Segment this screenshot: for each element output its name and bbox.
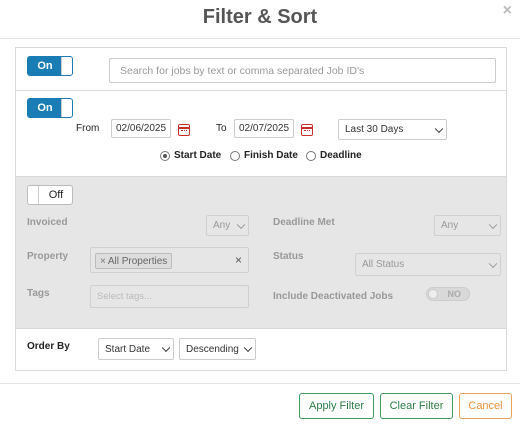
- to-date-input[interactable]: 02/07/2025: [234, 119, 294, 138]
- tags-input[interactable]: Select tags...: [90, 285, 249, 308]
- order-field-select[interactable]: Start Date: [98, 338, 174, 360]
- status-label: Status: [273, 251, 304, 262]
- include-deactivated-label: Include Deactivated Jobs: [273, 291, 394, 302]
- cancel-button[interactable]: Cancel: [459, 393, 512, 419]
- search-section: On Search for jobs by text or comma sepa…: [16, 48, 506, 91]
- invoiced-label: Invoiced: [27, 217, 68, 228]
- radio-deadline[interactable]: Deadline: [306, 150, 362, 161]
- filters-toggle-label: Off: [48, 189, 64, 201]
- deadline-met-select[interactable]: Any: [434, 215, 501, 236]
- from-label: From: [76, 123, 100, 134]
- invoiced-select[interactable]: Any: [206, 215, 249, 236]
- calendar-icon[interactable]: [178, 124, 190, 136]
- radio-label: Finish Date: [244, 150, 298, 161]
- clear-filter-button[interactable]: Clear Filter: [380, 393, 453, 419]
- chevron-down-icon: [488, 259, 498, 268]
- radio-finish-date[interactable]: Finish Date: [230, 150, 298, 161]
- chevron-down-icon: [488, 220, 498, 229]
- radio-circle: [306, 150, 316, 161]
- include-deactivated-toggle[interactable]: NO: [426, 287, 470, 301]
- order-section: Order By Start Date Descending: [16, 329, 506, 370]
- toggle-knob: [428, 289, 438, 299]
- order-field-value: Start Date: [105, 343, 151, 355]
- radio-circle: [160, 150, 170, 161]
- include-deactivated-value: NO: [447, 289, 462, 299]
- order-direction-select[interactable]: Descending: [179, 338, 256, 360]
- invoiced-value: Any: [213, 220, 231, 231]
- radio-circle: [230, 150, 240, 161]
- from-date-input[interactable]: 02/06/2025: [111, 119, 171, 138]
- chip-remove-icon[interactable]: ×: [100, 256, 106, 267]
- date-range-value: Last 30 Days: [345, 124, 404, 135]
- property-select[interactable]: × All Properties ×: [90, 247, 249, 273]
- filter-panel: On Search for jobs by text or comma sepa…: [15, 47, 507, 371]
- footer-divider: [0, 383, 520, 384]
- toggle-knob: [61, 57, 72, 75]
- header-divider: [0, 38, 520, 39]
- date-toggle[interactable]: On: [27, 98, 73, 118]
- property-label: Property: [27, 251, 69, 262]
- chevron-down-icon: [434, 124, 444, 133]
- chevron-down-icon: [243, 343, 253, 353]
- property-chip: × All Properties: [95, 253, 173, 269]
- filters-toggle[interactable]: Off: [27, 185, 73, 205]
- toggle-knob: [28, 186, 39, 204]
- filter-sort-dialog: Filter & Sort × On Search for jobs by te…: [0, 0, 520, 428]
- clear-icon[interactable]: ×: [235, 253, 242, 267]
- search-toggle-label: On: [37, 60, 53, 72]
- search-input[interactable]: Search for jobs by text or comma separat…: [109, 58, 496, 83]
- status-select[interactable]: All Status: [355, 253, 501, 276]
- to-label: To: [216, 123, 227, 134]
- property-chip-label: All Properties: [107, 255, 168, 267]
- chevron-down-icon: [161, 343, 171, 353]
- date-range-select[interactable]: Last 30 Days: [338, 119, 447, 140]
- dialog-title: Filter & Sort: [202, 6, 318, 28]
- chevron-down-icon: [236, 220, 246, 229]
- status-value: All Status: [362, 259, 405, 270]
- date-toggle-label: On: [37, 102, 53, 114]
- order-by-label: Order By: [27, 341, 70, 352]
- search-toggle[interactable]: On: [27, 56, 73, 76]
- calendar-icon[interactable]: [301, 124, 313, 136]
- toggle-knob: [61, 99, 72, 117]
- apply-filter-button[interactable]: Apply Filter: [299, 393, 374, 419]
- close-icon[interactable]: ×: [503, 2, 512, 20]
- tags-label: Tags: [27, 288, 50, 299]
- radio-label: Start Date: [174, 150, 222, 161]
- radio-start-date[interactable]: Start Date: [160, 150, 221, 161]
- advanced-filters-section: Off Invoiced Any Deadline Met Any Proper…: [16, 177, 506, 329]
- order-direction-value: Descending: [186, 343, 239, 355]
- radio-label: Deadline: [320, 150, 362, 161]
- deadline-met-value: Any: [441, 220, 459, 231]
- deadline-met-label: Deadline Met: [273, 217, 335, 228]
- date-section: On From 02/06/2025 To 02/07/2025 Last 30…: [16, 91, 506, 177]
